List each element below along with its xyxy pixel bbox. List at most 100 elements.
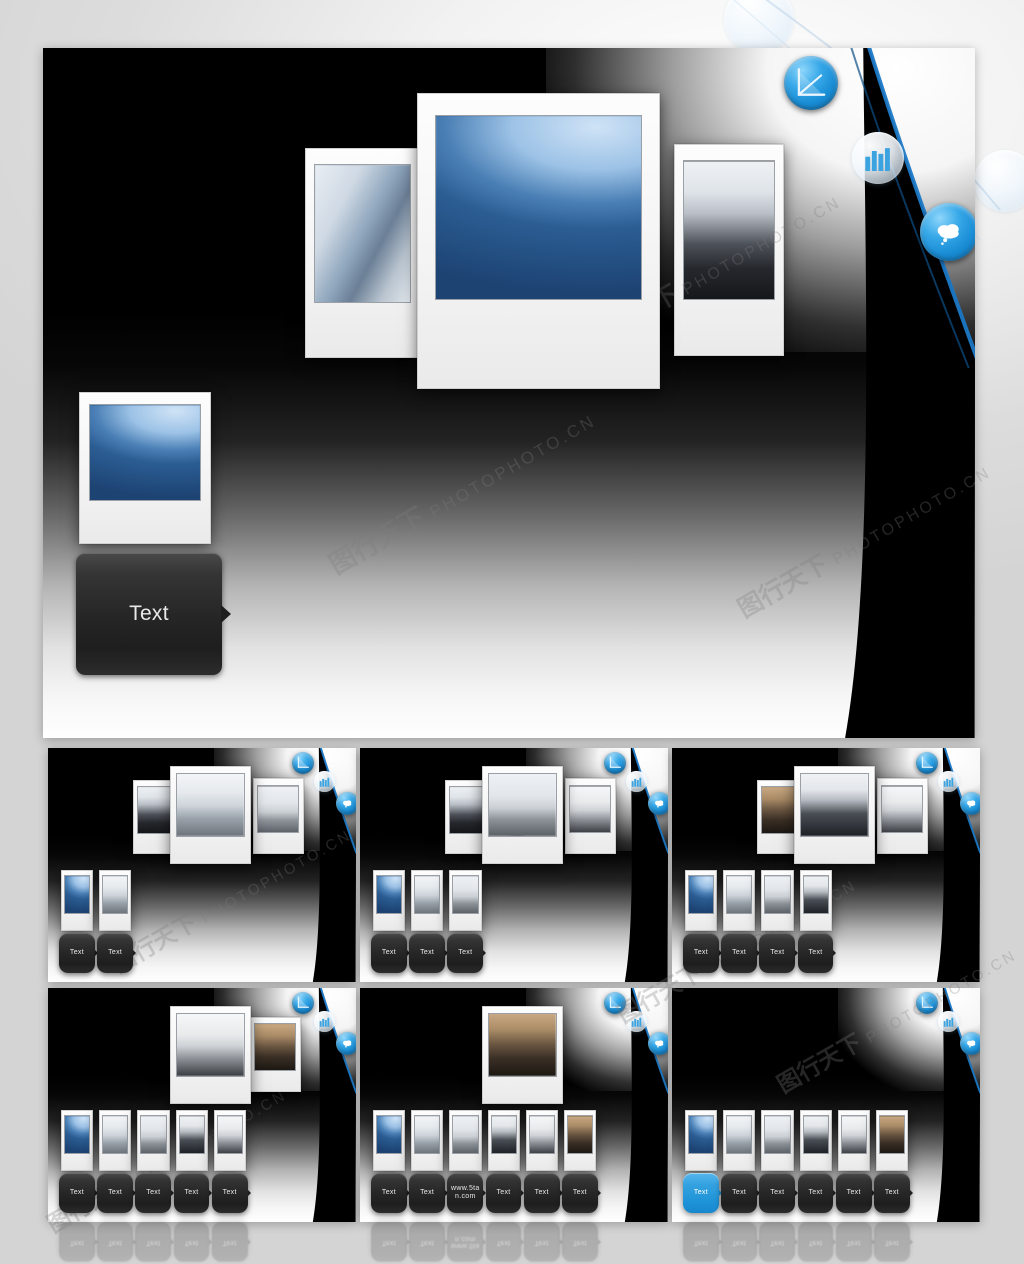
photo-frame-left[interactable] [305, 148, 420, 358]
presentation-template-preview: Text Text Text Text Text Text Text Text … [0, 0, 1024, 1264]
thumbnail-frame[interactable] [60, 1109, 94, 1171]
text-button[interactable]: Text [721, 932, 760, 973]
thumbnail-frame[interactable] [79, 392, 211, 544]
button-label: Text [846, 1238, 861, 1246]
text-button[interactable]: Text [797, 932, 837, 973]
thumbnail-frame[interactable] [761, 1109, 794, 1171]
photo-image [800, 773, 869, 837]
text-button[interactable]: Text [835, 1172, 875, 1213]
thumbnail-frame[interactable] [411, 869, 444, 931]
text-button[interactable]: Text [371, 1172, 410, 1213]
button-label: Text [732, 1238, 747, 1246]
thumbnail-frame[interactable] [684, 869, 718, 931]
photo-frame-center[interactable] [417, 93, 660, 389]
text-button[interactable]: Text [371, 932, 410, 973]
photo-frame-right[interactable] [252, 778, 304, 855]
thumbnail-frame[interactable] [761, 869, 794, 931]
thumbnail-frame[interactable] [449, 1109, 482, 1171]
button-label: Text [458, 949, 473, 957]
text-button[interactable]: Text [683, 1172, 722, 1213]
photo-frame-center[interactable] [793, 765, 876, 864]
photo-frame-center[interactable] [169, 765, 252, 864]
text-button-reflection: Text [211, 1222, 251, 1262]
thumbnail-frame[interactable] [684, 1109, 718, 1171]
main-preview-slide[interactable]: Text [43, 48, 975, 738]
thumbnail-frame[interactable] [799, 1109, 832, 1171]
button-label: Text [732, 949, 747, 957]
text-button[interactable]: Text [97, 1172, 136, 1213]
thumbnail-frame[interactable] [60, 869, 94, 931]
text-button-reflection: Text [59, 1222, 98, 1262]
text-button[interactable]: Text [874, 1172, 913, 1213]
thumbnail-frame[interactable] [213, 1109, 247, 1171]
text-button-reflection: Text [721, 1222, 760, 1262]
text-button[interactable]: Text [523, 1172, 563, 1213]
arrow-right-icon [597, 1189, 601, 1196]
text-button-reflection: Text [97, 1222, 136, 1262]
thumbnail-frame[interactable] [525, 1109, 559, 1171]
button-label: Text [693, 1189, 708, 1197]
text-button[interactable]: Text [683, 932, 722, 973]
thumbnail-frame[interactable] [372, 1109, 406, 1171]
thumbnail-frame[interactable] [723, 869, 756, 931]
thumbnail-frame[interactable] [411, 1109, 444, 1171]
text-button[interactable]: www.5ta n.com [447, 1172, 487, 1213]
text-button-reflection: Text [759, 1222, 799, 1262]
text-button[interactable]: Text [759, 932, 799, 973]
photo-frame-right[interactable] [249, 1017, 301, 1093]
photo-frame-right[interactable] [876, 778, 928, 855]
thumbnail-image [764, 1114, 791, 1155]
button-label: Text [770, 1189, 785, 1197]
thumbnail-frame[interactable] [99, 869, 132, 931]
thumbnail-frame[interactable] [487, 1109, 520, 1171]
thumbnail-frame[interactable] [563, 1109, 597, 1171]
photo-frame-right[interactable] [674, 144, 784, 356]
text-button[interactable]: Text [211, 1172, 251, 1213]
slide-4[interactable]: Text Text Text Text [672, 748, 980, 982]
text-button-reflection: Text [173, 1222, 213, 1262]
text-button[interactable]: Text [135, 1172, 175, 1213]
button-label: Text [146, 1189, 161, 1197]
button-label: Text [846, 1189, 861, 1197]
text-button[interactable]: Text [409, 932, 448, 973]
text-button[interactable]: Text [562, 1172, 601, 1213]
photo-frame-center[interactable] [481, 1005, 564, 1104]
text-button[interactable]: Text [59, 932, 98, 973]
button-label: Text [108, 1189, 123, 1197]
text-button[interactable]: Text [76, 553, 231, 675]
thumbnail-frame[interactable] [875, 1109, 909, 1171]
text-button[interactable]: Text [173, 1172, 213, 1213]
text-button-reflection: Text [562, 1222, 601, 1262]
text-button[interactable]: Text [721, 1172, 760, 1213]
slide-2[interactable]: Text Text [48, 748, 356, 982]
slide-7[interactable]: Text Text Text Text Text Text [672, 988, 980, 1222]
thumbnail-frame[interactable] [799, 869, 832, 931]
button-label: Text [108, 949, 123, 957]
text-button[interactable]: Text [59, 1172, 98, 1213]
thumbnail-frame[interactable] [449, 869, 482, 931]
thumbnail-frame[interactable] [137, 1109, 170, 1171]
text-button[interactable]: Text [759, 1172, 799, 1213]
thumbnail-image [528, 1114, 555, 1155]
arrow-right-icon [247, 1239, 251, 1245]
text-button[interactable]: Text [485, 1172, 525, 1213]
text-button[interactable]: Text [797, 1172, 837, 1213]
thumbnail-frame[interactable] [837, 1109, 871, 1171]
photo-frame-right[interactable] [564, 778, 616, 855]
text-button-reflection: Text [683, 1222, 722, 1262]
thumbnail-frame[interactable] [372, 869, 406, 931]
arrow-right-icon [220, 605, 231, 623]
text-button[interactable]: Text [409, 1172, 448, 1213]
slide-3[interactable]: Text Text Text [360, 748, 668, 982]
button-label: www.5ta n.com [451, 1235, 480, 1250]
photo-frame-center[interactable] [169, 1005, 252, 1104]
thumbnail-frame[interactable] [99, 1109, 132, 1171]
photo-frame-center[interactable] [481, 765, 564, 864]
text-button[interactable]: Text [97, 932, 136, 973]
slide-6[interactable]: Text Text www.5ta n.com Text Text Text [360, 988, 668, 1222]
text-button[interactable]: Text [447, 932, 487, 973]
slide-5[interactable]: Text Text Text Text Text [48, 988, 356, 1222]
thumbnail-image [64, 1114, 91, 1155]
thumbnail-frame[interactable] [723, 1109, 756, 1171]
thumbnail-frame[interactable] [175, 1109, 208, 1171]
